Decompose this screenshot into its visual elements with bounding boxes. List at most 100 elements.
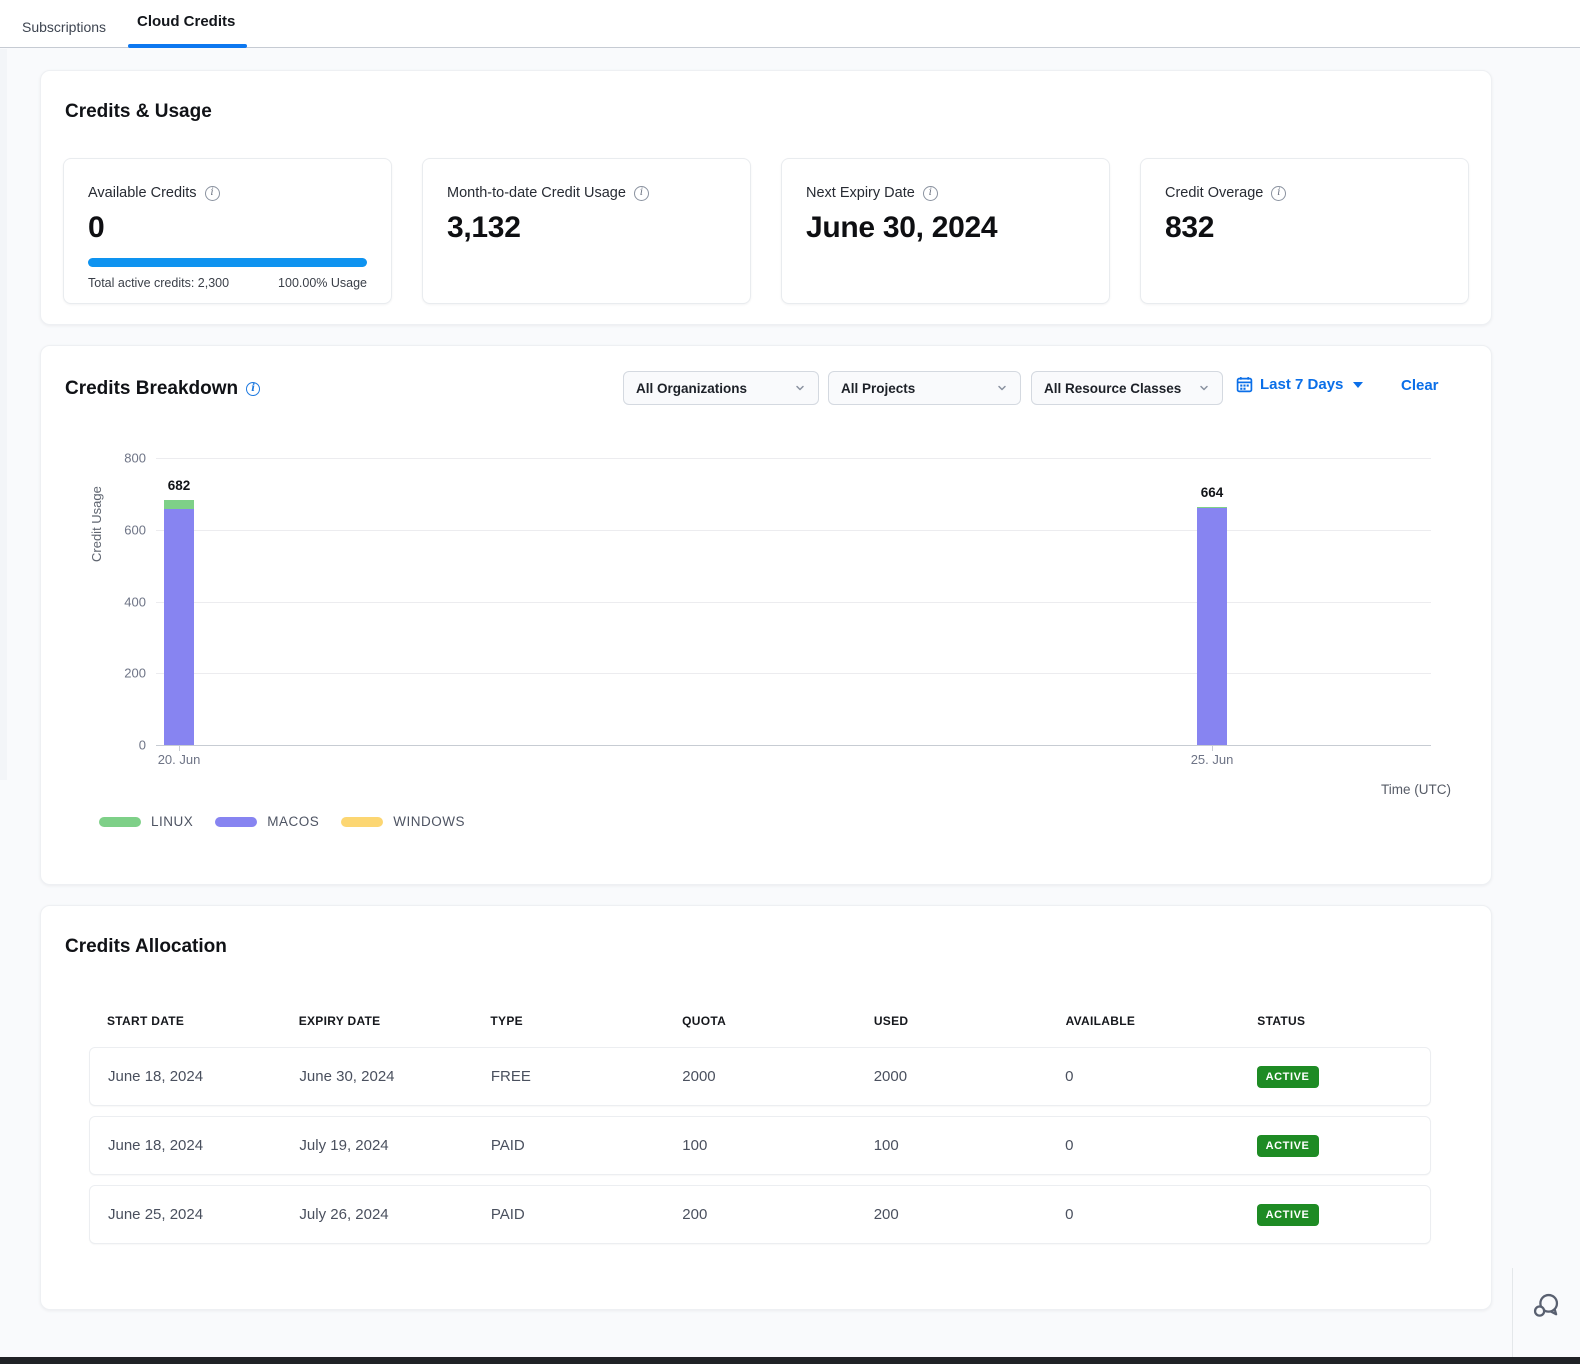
info-icon[interactable] (923, 186, 938, 201)
organizations-dropdown[interactable]: All Organizations (623, 371, 819, 405)
cell-start-date: June 18, 2024 (90, 1068, 281, 1085)
next-expiry-card: Next Expiry Date June 30, 2024 (781, 158, 1110, 304)
mtd-usage-label: Month-to-date Credit Usage (447, 185, 726, 201)
chart-plot: 020040060080068220. Jun66425. Jun (156, 458, 1431, 745)
status-badge: ACTIVE (1257, 1066, 1319, 1088)
cell-quota: 200 (664, 1206, 855, 1223)
next-expiry-label: Next Expiry Date (806, 185, 1085, 201)
usage-percent: 100.00% Usage (278, 276, 367, 290)
tab-cloud-credits[interactable]: Cloud Credits (137, 13, 235, 30)
legend-label-windows: WINDOWS (393, 814, 465, 829)
info-icon[interactable] (1271, 186, 1286, 201)
table-header-row: START DATE EXPIRY DATE TYPE QUOTA USED A… (89, 1011, 1431, 1031)
col-quota: QUOTA (664, 1014, 856, 1028)
bar-segment-macos[interactable] (1197, 508, 1227, 745)
cell-available: 0 (1047, 1206, 1238, 1223)
credit-overage-label-text: Credit Overage (1165, 185, 1263, 201)
col-expiry-date: EXPIRY DATE (281, 1014, 473, 1028)
organizations-dropdown-value: All Organizations (636, 381, 747, 396)
bar-segment-linux[interactable] (1197, 507, 1227, 508)
cell-type: FREE (473, 1068, 664, 1085)
resource-classes-dropdown-value: All Resource Classes (1044, 381, 1181, 396)
x-tick-label: 20. Jun (158, 752, 201, 767)
cell-used: 200 (856, 1206, 1047, 1223)
chat-bubbles-icon (1530, 1290, 1562, 1322)
cell-used: 100 (856, 1137, 1047, 1154)
col-used: USED (856, 1014, 1048, 1028)
gridline (156, 673, 1431, 674)
chart-legend: LINUX MACOS WINDOWS (99, 814, 465, 829)
legend-item-windows[interactable]: WINDOWS (341, 814, 465, 829)
table-row[interactable]: June 18, 2024 July 19, 2024 PAID 100 100… (89, 1116, 1431, 1175)
bar-segment-macos[interactable] (164, 509, 194, 745)
available-credits-label: Available Credits (88, 185, 367, 201)
available-credits-card: Available Credits 0 Total active credits… (63, 158, 392, 304)
credits-breakdown-title-text: Credits Breakdown (65, 378, 238, 400)
credits-allocation-title: Credits Allocation (65, 936, 227, 958)
bar-total-label: 682 (149, 478, 209, 493)
left-gutter (0, 49, 7, 780)
cell-expiry-date: June 30, 2024 (281, 1068, 472, 1085)
info-icon[interactable] (205, 186, 220, 201)
caret-down-icon (1353, 382, 1363, 388)
credits-allocation-table: START DATE EXPIRY DATE TYPE QUOTA USED A… (89, 1011, 1431, 1031)
available-credits-label-text: Available Credits (88, 185, 197, 201)
credit-overage-label: Credit Overage (1165, 185, 1444, 201)
credits-usage-title-text: Credits & Usage (65, 101, 212, 123)
macos-swatch-icon (215, 817, 257, 827)
chart-y-axis-label: Credit Usage (89, 454, 105, 594)
support-chat-button[interactable] (1530, 1290, 1562, 1322)
right-divider (1512, 1268, 1513, 1358)
col-available: AVAILABLE (1048, 1014, 1240, 1028)
mtd-usage-card: Month-to-date Credit Usage 3,132 (422, 158, 751, 304)
available-credits-footer: Total active credits: 2,300 100.00% Usag… (88, 276, 367, 290)
bar-segment-linux[interactable] (164, 500, 194, 509)
y-tick-label: 200 (124, 666, 146, 681)
cell-quota: 100 (664, 1137, 855, 1154)
status-badge: ACTIVE (1257, 1204, 1319, 1226)
cell-available: 0 (1047, 1068, 1238, 1085)
cell-type: PAID (473, 1137, 664, 1154)
y-tick-label: 0 (139, 738, 146, 753)
date-range-picker[interactable]: Last 7 Days (1236, 376, 1363, 393)
mtd-usage-label-text: Month-to-date Credit Usage (447, 185, 626, 201)
cell-expiry-date: July 26, 2024 (281, 1206, 472, 1223)
table-row[interactable]: June 25, 2024 July 26, 2024 PAID 200 200… (89, 1185, 1431, 1244)
linux-swatch-icon (99, 817, 141, 827)
active-tab-indicator (128, 44, 247, 48)
available-credits-value: 0 (88, 211, 367, 245)
x-tick-mark (1212, 745, 1213, 751)
clear-filters-button[interactable]: Clear (1401, 377, 1439, 394)
gridline (156, 530, 1431, 531)
legend-item-linux[interactable]: LINUX (99, 814, 193, 829)
credit-overage-card: Credit Overage 832 (1140, 158, 1469, 304)
info-icon[interactable] (634, 186, 649, 201)
gridline (156, 458, 1431, 459)
windows-swatch-icon (341, 817, 383, 827)
cell-start-date: June 25, 2024 (90, 1206, 281, 1223)
credits-allocation-title-text: Credits Allocation (65, 936, 227, 958)
credits-usage-section: Credits & Usage Available Credits 0 Tota… (40, 70, 1492, 325)
mtd-usage-value: 3,132 (447, 211, 726, 245)
y-tick-label: 800 (124, 451, 146, 466)
tab-subscriptions[interactable]: Subscriptions (22, 19, 106, 35)
table-row[interactable]: June 18, 2024 June 30, 2024 FREE 2000 20… (89, 1047, 1431, 1106)
projects-dropdown-value: All Projects (841, 381, 915, 396)
cell-start-date: June 18, 2024 (90, 1137, 281, 1154)
credits-breakdown-title: Credits Breakdown (65, 378, 260, 400)
legend-label-linux: LINUX (151, 814, 193, 829)
y-tick-label: 600 (124, 522, 146, 537)
info-icon[interactable] (246, 382, 260, 396)
legend-item-macos[interactable]: MACOS (215, 814, 319, 829)
resource-classes-dropdown[interactable]: All Resource Classes (1031, 371, 1223, 405)
calendar-icon (1236, 376, 1253, 393)
cell-used: 2000 (856, 1068, 1047, 1085)
gridline (156, 745, 1431, 746)
chevron-down-icon (794, 382, 806, 394)
cell-expiry-date: July 19, 2024 (281, 1137, 472, 1154)
projects-dropdown[interactable]: All Projects (828, 371, 1021, 405)
x-tick-label: 25. Jun (1191, 752, 1234, 767)
next-expiry-label-text: Next Expiry Date (806, 185, 915, 201)
col-start-date: START DATE (89, 1014, 281, 1028)
stat-card-row: Available Credits 0 Total active credits… (63, 158, 1469, 304)
